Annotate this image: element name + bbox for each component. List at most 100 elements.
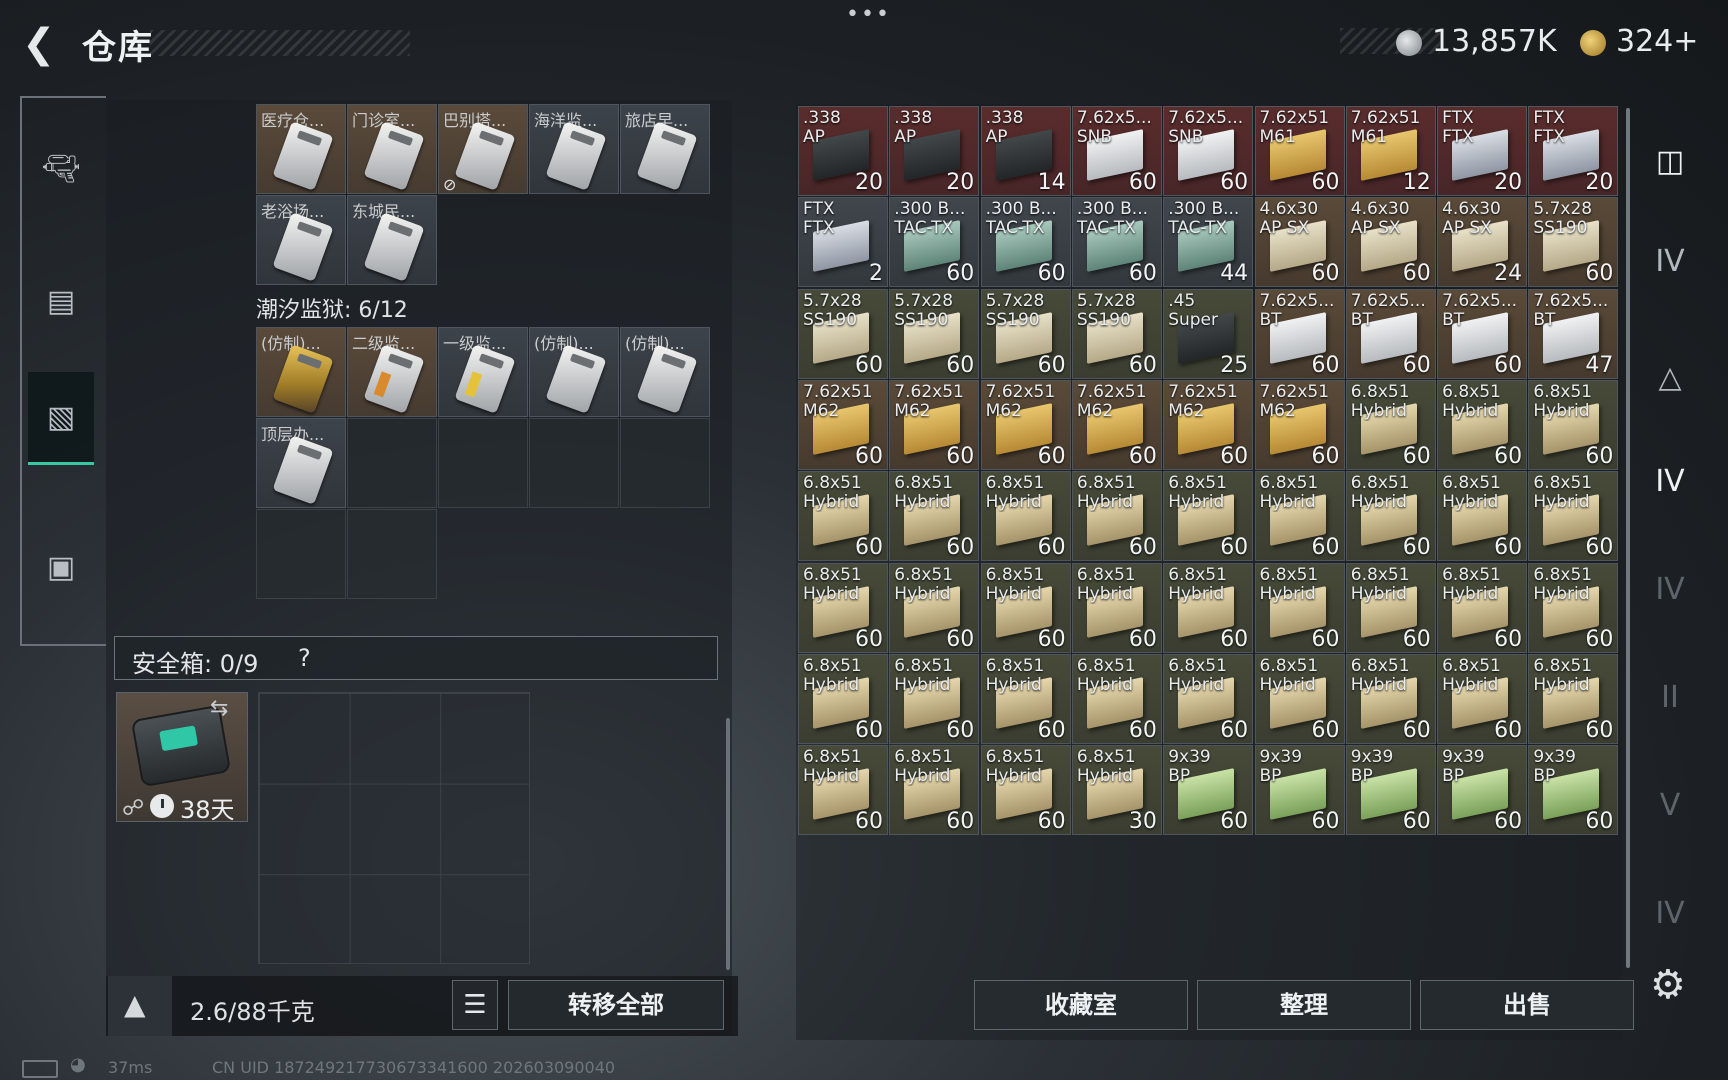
ammo-slot[interactable]: 6.8x51 Hybrid 60 bbox=[980, 562, 1071, 653]
safebox-grid[interactable] bbox=[258, 692, 530, 964]
key-card-slot[interactable]: 海洋监... bbox=[529, 104, 619, 194]
ammo-slot[interactable]: 6.8x51 Hybrid 60 bbox=[1071, 562, 1162, 653]
ammo-slot[interactable]: 9x39 BP 60 bbox=[1345, 745, 1436, 836]
ammo-slot[interactable]: 6.8x51 Hybrid 60 bbox=[1071, 471, 1162, 562]
key-card-slot[interactable]: 老浴场... bbox=[256, 195, 346, 285]
sell-button[interactable]: 出售 bbox=[1420, 980, 1634, 1030]
ammo-slot[interactable]: 4.6x30 AP SX 24 bbox=[1437, 197, 1528, 288]
ammo-slot[interactable]: 7.62x5... SNB 60 bbox=[1071, 106, 1162, 196]
key-card-slot[interactable]: 顶层办... bbox=[256, 418, 346, 508]
transfer-all-button[interactable]: 转移全部 bbox=[508, 980, 724, 1030]
ammo-slot[interactable]: .300 B... TAC-TX 60 bbox=[889, 197, 980, 288]
ammo-slot[interactable]: 6.8x51 Hybrid 60 bbox=[980, 653, 1071, 744]
medkit-ii-filter[interactable]: II bbox=[1640, 668, 1700, 728]
key-card-slot[interactable]: 东城民... bbox=[347, 195, 437, 285]
ammo-slot[interactable]: 6.8x51 Hybrid 60 bbox=[889, 562, 980, 653]
more-menu-icon[interactable]: ••• bbox=[846, 2, 891, 27]
ammo-slot[interactable]: 6.8x51 Hybrid 60 bbox=[1254, 471, 1345, 562]
back-arrow-icon[interactable]: ❮ bbox=[22, 24, 58, 64]
ammo-slot[interactable]: 7.62x51 M62 60 bbox=[980, 379, 1071, 470]
ammo-slot[interactable]: 7.62x5... BT 60 bbox=[1437, 288, 1528, 379]
ammo-slot[interactable]: 9x39 BP 60 bbox=[1528, 745, 1619, 836]
scope-iv-filter-2[interactable]: IV bbox=[1640, 884, 1700, 944]
swap-icon[interactable]: ⇆ bbox=[210, 696, 228, 721]
ammo-slot[interactable]: 6.8x51 Hybrid 60 bbox=[1528, 471, 1619, 562]
ammo-slot[interactable]: 7.62x51 M62 60 bbox=[1163, 379, 1254, 470]
ammo-slot[interactable]: FTX FTX 20 bbox=[1437, 106, 1528, 196]
ammo-slot[interactable]: 6.8x51 Hybrid 60 bbox=[1163, 562, 1254, 653]
ammo-slot[interactable]: 6.8x51 Hybrid 60 bbox=[798, 653, 888, 744]
ammo-slot[interactable]: 6.8x51 Hybrid 60 bbox=[1528, 562, 1619, 653]
ammo-slot[interactable]: .338 AP 14 bbox=[980, 106, 1071, 196]
ammo-slot[interactable]: .300 B... TAC-TX 44 bbox=[1163, 197, 1254, 288]
key-card-slot[interactable]: 旅店早... bbox=[620, 104, 710, 194]
ammo-slot[interactable]: 9x39 BP 60 bbox=[1437, 745, 1528, 836]
ammo-slot[interactable]: 6.8x51 Hybrid 60 bbox=[1437, 562, 1528, 653]
ammo-slot[interactable]: 7.62x5... SNB 60 bbox=[1163, 106, 1254, 196]
ammo-slot[interactable]: 7.62x51 M61 60 bbox=[1254, 106, 1345, 196]
ammo-slot[interactable]: 4.6x30 AP SX 60 bbox=[1345, 197, 1436, 288]
empty-slot[interactable] bbox=[347, 418, 437, 508]
key-card-slot[interactable]: (仿制)... bbox=[620, 327, 710, 417]
ammo-slot[interactable]: 6.8x51 Hybrid 60 bbox=[798, 562, 888, 653]
key-card-slot[interactable]: 巴别塔... ⊘ bbox=[438, 104, 528, 194]
ammo-slot[interactable]: 6.8x51 Hybrid 60 bbox=[980, 745, 1071, 836]
collection-room-button[interactable]: 收藏室 bbox=[974, 980, 1188, 1030]
ammo-slot[interactable]: 6.8x51 Hybrid 60 bbox=[1345, 471, 1436, 562]
key-card-slot[interactable]: 医疗仓... bbox=[256, 104, 346, 194]
help-icon[interactable]: ? bbox=[298, 644, 311, 672]
ammo-slot[interactable]: 6.8x51 Hybrid 60 bbox=[1345, 379, 1436, 470]
empty-slot[interactable] bbox=[529, 418, 619, 508]
helmet-filter[interactable]: ◫ bbox=[1640, 132, 1700, 192]
weapons-tab[interactable]: 🔫︎ bbox=[28, 124, 94, 214]
briefcase-tab[interactable]: ▣ bbox=[28, 522, 94, 612]
ammo-slot[interactable]: 6.8x51 Hybrid 60 bbox=[1528, 379, 1619, 470]
ammo-slot[interactable]: 5.7x28 SS190 60 bbox=[1071, 288, 1162, 379]
container-tab[interactable]: ▧ bbox=[28, 372, 94, 465]
ammo-slot[interactable]: 6.8x51 Hybrid 60 bbox=[1345, 653, 1436, 744]
armor-triangle-filter[interactable]: △ bbox=[1640, 348, 1700, 408]
ammo-slot[interactable]: 7.62x51 M62 60 bbox=[798, 379, 888, 470]
gear-icon[interactable]: ⚙ bbox=[1650, 962, 1686, 1008]
ammo-slot[interactable]: 6.8x51 Hybrid 60 bbox=[1163, 653, 1254, 744]
ammo-slot[interactable]: .338 AP 20 bbox=[798, 106, 888, 196]
ammo-slot[interactable]: 6.8x51 Hybrid 30 bbox=[1071, 745, 1162, 836]
premium-currency-balance[interactable]: 324+ bbox=[1616, 24, 1698, 59]
ammo-slot[interactable]: 6.8x51 Hybrid 60 bbox=[1437, 653, 1528, 744]
empty-slot[interactable] bbox=[438, 418, 528, 508]
ammo-slot[interactable]: 6.8x51 Hybrid 60 bbox=[1254, 562, 1345, 653]
ammo-slot[interactable]: 6.8x51 Hybrid 60 bbox=[1437, 379, 1528, 470]
ammo-slot[interactable]: 7.62x51 M62 60 bbox=[889, 379, 980, 470]
ammo-slot[interactable]: 7.62x5... BT 47 bbox=[1528, 288, 1619, 379]
ammo-slot[interactable]: .45 Super 25 bbox=[1163, 288, 1254, 379]
ammo-slot[interactable]: 9x39 BP 60 bbox=[1254, 745, 1345, 836]
empty-slot[interactable] bbox=[256, 509, 346, 599]
scope-iv-filter[interactable]: IV bbox=[1640, 560, 1700, 620]
empty-slot[interactable] bbox=[347, 509, 437, 599]
ammo-slot[interactable]: FTX FTX 2 bbox=[798, 197, 888, 288]
scope-v-filter[interactable]: V bbox=[1640, 776, 1700, 836]
ammo-slot[interactable]: .338 AP 20 bbox=[889, 106, 980, 196]
backpack-tab[interactable]: ▤ bbox=[28, 256, 94, 346]
sort-button[interactable]: 整理 bbox=[1197, 980, 1411, 1030]
ammo-slot[interactable]: 7.62x5... BT 60 bbox=[1254, 288, 1345, 379]
ammo-slot[interactable]: .300 B... TAC-TX 60 bbox=[980, 197, 1071, 288]
ammo-slot[interactable]: 6.8x51 Hybrid 60 bbox=[1254, 653, 1345, 744]
ammo-slot[interactable]: FTX FTX 20 bbox=[1528, 106, 1619, 196]
ammo-slot[interactable]: 5.7x28 SS190 60 bbox=[889, 288, 980, 379]
ammo-slot[interactable]: 6.8x51 Hybrid 60 bbox=[798, 471, 888, 562]
ammo-slot[interactable]: 4.6x30 AP SX 60 bbox=[1254, 197, 1345, 288]
ammo-slot[interactable]: 7.62x51 M62 60 bbox=[1071, 379, 1162, 470]
ammo-slot[interactable]: 6.8x51 Hybrid 60 bbox=[1163, 471, 1254, 562]
ammo-slot[interactable]: 5.7x28 SS190 60 bbox=[980, 288, 1071, 379]
ammo-slot[interactable]: .300 B... TAC-TX 60 bbox=[1071, 197, 1162, 288]
key-card-slot[interactable]: (仿制)... bbox=[256, 327, 346, 417]
ammo-slot[interactable]: 5.7x28 SS190 60 bbox=[1528, 197, 1619, 288]
ammo-slot[interactable]: 6.8x51 Hybrid 60 bbox=[1528, 653, 1619, 744]
right-scrollbar[interactable] bbox=[1626, 108, 1630, 968]
ammo-slot[interactable]: 6.8x51 Hybrid 60 bbox=[798, 745, 888, 836]
empty-slot[interactable] bbox=[620, 418, 710, 508]
left-scrollbar[interactable] bbox=[726, 718, 730, 970]
ammo-slot[interactable]: 6.8x51 Hybrid 60 bbox=[1437, 471, 1528, 562]
ammo-slot[interactable]: 6.8x51 Hybrid 60 bbox=[889, 745, 980, 836]
